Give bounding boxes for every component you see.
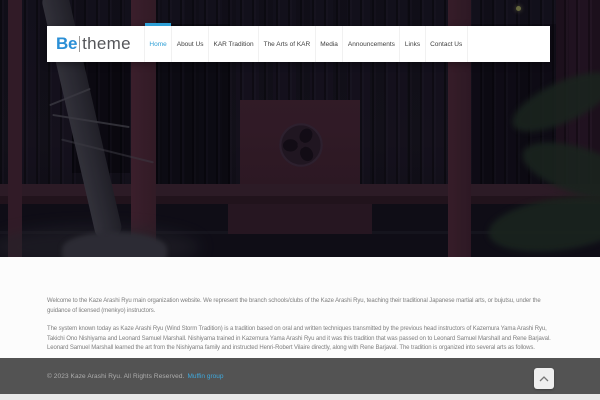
top-navbar: Be theme Home About Us KAR Tradition The… <box>47 23 550 62</box>
intro-section: Welcome to the Kaze Arashi Ryu main orga… <box>0 257 600 358</box>
shrine-column <box>8 0 22 257</box>
muffin-group-link[interactable]: Muffin group <box>187 373 223 380</box>
nav-item-home[interactable]: Home <box>143 23 172 62</box>
history-paragraph: The system known today as Kaze Arashi Ry… <box>47 326 551 352</box>
page: Be theme Home About Us KAR Tradition The… <box>0 0 600 400</box>
main-menu: Home About Us KAR Tradition The Arts of … <box>143 23 468 62</box>
logo-divider <box>79 36 81 52</box>
nav-item-announcements[interactable]: Announcements <box>342 26 399 62</box>
mitsudomoe-crest-icon <box>279 123 323 167</box>
betheme-logo[interactable]: Be theme <box>56 26 131 62</box>
logo-text-bold: Be <box>56 34 78 53</box>
nav-item-the-arts-of-kar[interactable]: The Arts of KAR <box>258 26 315 62</box>
chevron-up-icon <box>539 375 549 382</box>
nav-item-about-us[interactable]: About Us <box>171 26 208 62</box>
page-background-strip <box>0 394 600 400</box>
nav-item-kar-tradition[interactable]: KAR Tradition <box>207 26 258 62</box>
intro-paragraph: Welcome to the Kaze Arashi Ryu main orga… <box>47 298 541 314</box>
lantern-light <box>516 6 521 11</box>
copyright-text: © 2023 Kaze Arashi Ryu. All Rights Reser… <box>47 372 185 380</box>
nav-item-links[interactable]: Links <box>399 26 424 62</box>
nav-item-contact-us[interactable]: Contact Us <box>424 26 468 62</box>
nav-item-media[interactable]: Media <box>314 26 343 62</box>
scroll-to-top-button[interactable] <box>534 368 554 389</box>
footer: © 2023 Kaze Arashi Ryu. All Rights Reser… <box>0 358 600 394</box>
altar-base <box>228 204 372 234</box>
logo-text-light: theme <box>82 34 131 53</box>
